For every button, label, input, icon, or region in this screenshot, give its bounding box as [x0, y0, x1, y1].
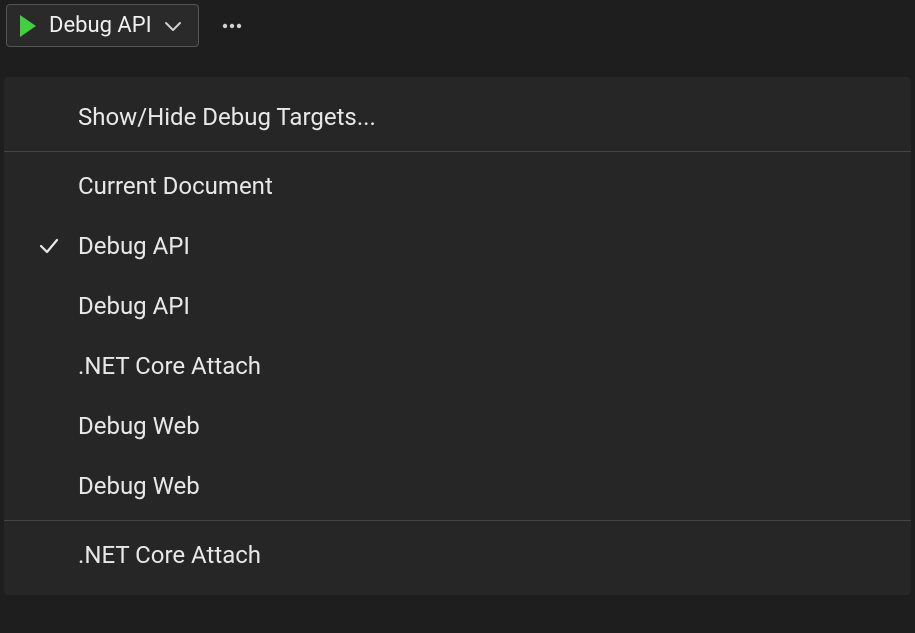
menu-item-current-document[interactable]: Current Document [4, 156, 911, 216]
menu-item-net-core-attach-footer[interactable]: .NET Core Attach [4, 525, 911, 585]
menu-item-debug-web[interactable]: Debug Web [4, 396, 911, 456]
menu-item-debug-api-2[interactable]: Debug API [4, 276, 911, 336]
menu-separator [4, 151, 911, 152]
menu-item-debug-web-2[interactable]: Debug Web [4, 456, 911, 516]
menu-show-hide-targets[interactable]: Show/Hide Debug Targets... [4, 87, 911, 147]
toolbar: Debug API [0, 0, 915, 51]
menu-item-label: Show/Hide Debug Targets... [78, 103, 376, 131]
check-icon [34, 234, 64, 258]
debug-target-button[interactable]: Debug API [6, 4, 199, 47]
menu-item-label: Debug Web [78, 412, 200, 440]
play-icon [17, 14, 39, 38]
more-options-button[interactable] [219, 13, 245, 39]
menu-item-label: Current Document [78, 172, 273, 200]
menu-item-label: Debug Web [78, 472, 200, 500]
menu-item-label: Debug API [78, 292, 190, 320]
menu-separator [4, 520, 911, 521]
menu-item-label: Debug API [78, 232, 190, 260]
debug-target-label: Debug API [49, 13, 152, 38]
debug-targets-menu: Show/Hide Debug Targets... Current Docum… [4, 77, 911, 595]
menu-item-label: .NET Core Attach [78, 541, 261, 569]
chevron-down-icon [162, 15, 184, 37]
menu-item-net-core-attach[interactable]: .NET Core Attach [4, 336, 911, 396]
menu-item-label: .NET Core Attach [78, 352, 261, 380]
menu-item-debug-api[interactable]: Debug API [4, 216, 911, 276]
ellipsis-icon [219, 13, 245, 39]
